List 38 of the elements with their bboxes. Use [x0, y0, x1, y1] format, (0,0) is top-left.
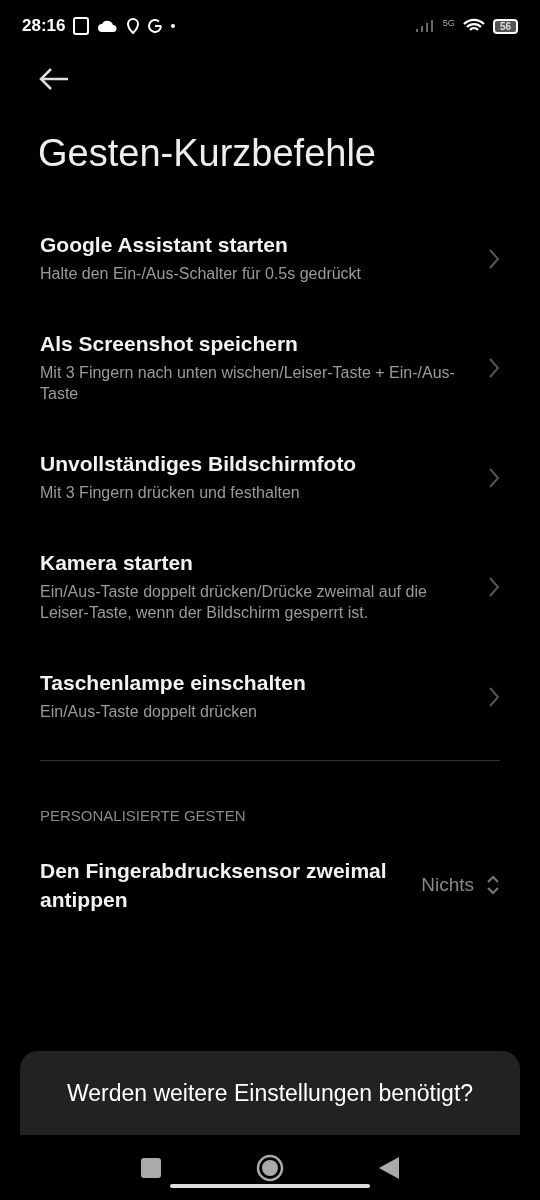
clock: 28:16 [22, 16, 66, 36]
settings-item[interactable]: Unvollständiges Bildschirmfoto Mit 3 Fingern drücken und festhalten [40, 428, 500, 527]
chevron-icon [488, 685, 500, 708]
item-description: Ein/Aus-Taste doppelt drücken [40, 702, 258, 722]
recents-button[interactable] [141, 1157, 161, 1178]
home-button[interactable] [256, 1153, 284, 1182]
location-icon [127, 18, 140, 34]
back-button[interactable] [379, 1156, 399, 1179]
chevron-icon [488, 576, 500, 598]
page-title: Gesten-Kurzbefehle [38, 132, 377, 175]
settings-item[interactable]: Kamera starten Ein/Aus-Taste doppelt drücken/Drücke zweimal auf die Leiser-Taste, wenn der Bildschirm gesperrt ist. [40, 527, 500, 647]
item-title: Den Fingerabdrucksensor zweimal antippen [40, 858, 388, 913]
dot-icon [171, 24, 176, 28]
settings-item[interactable]: Als Screenshot speichern Mit 3 Fingern nach unten wischen/Leiser-Taste + Ein-/Aus-Taste [40, 308, 500, 428]
item-title: Als Screenshot speichern [40, 332, 299, 356]
item-title: Kamera starten [40, 551, 194, 575]
settings-item[interactable]: Google Assistant starten Halte den Ein-/Aus-Schalter für 0.5s gedrückt [40, 209, 500, 308]
g-icon [147, 18, 164, 34]
battery-indicator: 56 [492, 18, 518, 34]
chevron-icon [488, 357, 500, 379]
signal-icon [414, 19, 435, 33]
item-description: Mit 3 Fingern drücken und festhalten [40, 483, 301, 503]
sheet-question: Werden weitere Einstellungen benötigt? [66, 1079, 474, 1107]
item-title: Unvollständiges Bildschirmfoto [40, 452, 358, 476]
section-header: PERSONALISIERTE GESTEN [40, 807, 247, 824]
dropdown-value[interactable]: Nichts [421, 874, 474, 896]
network-label: 5G [442, 18, 455, 28]
chevron-icon [488, 247, 500, 270]
item-title: Google Assistant starten [40, 233, 289, 257]
item-description: Halte den Ein-/Aus-Schalter für 0.5s gedrückt [40, 264, 363, 284]
item-description: Mit 3 Fingern nach unten wischen/Leiser-Taste + Ein-/Aus-Taste [40, 363, 456, 404]
settings-item[interactable]: Taschenlampe einschalten Ein/Aus-Taste doppelt drücken [40, 647, 500, 746]
item-title: Taschenlampe einschalten [40, 671, 307, 695]
item-description: Ein/Aus-Taste doppelt drücken/Drücke zweimal auf die Leiser-Taste, wenn der Bildschirm gesperrt ist. [40, 582, 428, 623]
back-arrow-icon[interactable] [38, 66, 70, 92]
up-down-icon [486, 873, 500, 897]
chevron-icon [488, 466, 500, 489]
notification-icon [73, 17, 90, 35]
